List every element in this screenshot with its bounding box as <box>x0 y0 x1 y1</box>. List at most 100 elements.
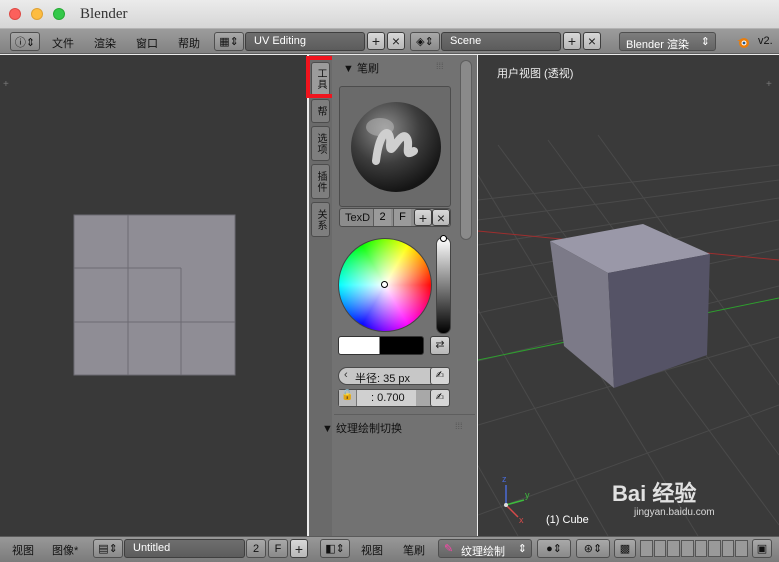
layer-button[interactable] <box>721 540 735 557</box>
radius-pressure-button[interactable]: ✍ <box>430 367 450 385</box>
add-brush-button[interactable]: + <box>414 209 432 226</box>
brush-color-swatch[interactable] <box>338 336 424 355</box>
tab-addons[interactable]: 插件 <box>311 164 330 199</box>
3d-menu-view[interactable]: 视图 <box>361 542 383 558</box>
watermark-logo: Bai 经验 jingyan.baidu.com <box>612 476 752 526</box>
tab-create[interactable]: 帮 <box>311 99 330 123</box>
scene-icon: ◈⇕ <box>416 36 434 48</box>
version-label: v2. <box>758 35 773 47</box>
panel-divider <box>334 414 475 415</box>
mode-label: 纹理绘制 <box>461 546 505 558</box>
cube-icon: ◧⇕ <box>325 543 345 555</box>
minimize-window-button[interactable] <box>31 8 43 20</box>
uv-image-editor[interactable]: + <box>0 55 307 536</box>
layer-button[interactable] <box>653 540 667 557</box>
strength-pressure-button[interactable]: ✍ <box>430 389 450 407</box>
info-icon: ⓘ⇕ <box>14 36 36 49</box>
texture-paint-icon: ✎ <box>444 543 454 555</box>
lock-strength-button[interactable]: 🔓 <box>339 390 357 406</box>
swap-icon: ⇄ <box>435 339 445 351</box>
screen-layout-selector[interactable]: ▦⇕ <box>214 32 244 51</box>
image-name-field[interactable]: Untitled <box>124 539 245 558</box>
color-wheel[interactable] <box>338 238 432 332</box>
uv-menu-view[interactable]: 视图 <box>12 542 34 558</box>
uv-grid <box>73 214 236 376</box>
blender-logo-icon <box>736 35 750 49</box>
brush-panel-header[interactable]: ▼ 笔刷 <box>343 60 379 76</box>
drag-handle-icon[interactable]: ⁞⁞⁞ <box>436 61 444 71</box>
svg-text:z: z <box>502 474 507 484</box>
value-slider-handle[interactable] <box>440 235 447 242</box>
drag-handle-icon[interactable]: ⁞⁞⁞ <box>455 421 463 431</box>
remove-scene-button[interactable]: × <box>583 32 601 50</box>
render-engine-label: Blender 渲染 <box>626 39 689 51</box>
brush-texture-name[interactable]: TexD <box>345 212 370 224</box>
area-corner-plus-icon[interactable]: + <box>766 79 772 90</box>
active-object-label: (1) Cube <box>546 514 589 526</box>
scene-name-field[interactable]: Scene <box>441 32 561 51</box>
viewport-shading-dropdown[interactable]: ●⇕ <box>537 539 571 558</box>
mode-dropdown[interactable]: ✎ 纹理绘制 ⇕ <box>438 539 532 558</box>
lock-icon: ▣ <box>756 543 768 555</box>
chevron-updown-icon: ⇕ <box>700 36 710 48</box>
shading-sphere-icon: ●⇕ <box>546 543 562 555</box>
viewport-label: 用户视图 (透视) <box>497 68 574 80</box>
image-browse-button[interactable]: ▤⇕ <box>93 539 123 558</box>
image-fake-user-button[interactable]: F <box>268 539 288 558</box>
menu-help[interactable]: 帮助 <box>178 35 200 51</box>
menu-window[interactable]: 窗口 <box>136 35 158 51</box>
scene-selector[interactable]: ◈⇕ <box>410 32 440 51</box>
chevron-updown-icon: ⇕ <box>517 543 527 555</box>
decrease-arrow-icon[interactable]: ‹ <box>344 369 348 381</box>
layer-button[interactable] <box>680 540 694 557</box>
layer-button[interactable] <box>735 540 748 557</box>
texpaint-panel-header[interactable]: ▼ 纹理绘制切换 <box>322 420 402 436</box>
tab-relations[interactable]: 关系 <box>311 202 330 237</box>
tab-options[interactable]: 选项 <box>311 126 330 161</box>
strength-value: : 0.700 <box>371 392 405 404</box>
uv-menu-image[interactable]: 图像* <box>52 542 78 558</box>
editor-type-button[interactable]: ⓘ⇕ <box>10 32 40 51</box>
svg-text:x: x <box>519 515 524 525</box>
menu-file[interactable]: 文件 <box>52 35 74 51</box>
add-scene-button[interactable]: + <box>563 32 581 50</box>
layer-button[interactable] <box>694 540 708 557</box>
3d-editor-type-button[interactable]: ◧⇕ <box>320 539 350 558</box>
layer-button[interactable] <box>667 540 680 557</box>
layer-buttons[interactable] <box>640 540 748 557</box>
3d-menu-brush[interactable]: 笔刷 <box>403 542 425 558</box>
3d-viewport[interactable]: y z x 用户视图 (透视) (1) Cube + <box>478 55 779 536</box>
swap-colors-button[interactable]: ⇄ <box>430 336 450 355</box>
menu-render[interactable]: 渲染 <box>94 35 116 51</box>
image-icon: ▤⇕ <box>98 543 118 555</box>
watermark-text: Bai 经验 <box>612 481 697 506</box>
close-window-button[interactable] <box>9 8 21 20</box>
panel-scrollbar[interactable] <box>460 60 472 240</box>
zoom-window-button[interactable] <box>53 8 65 20</box>
add-layout-button[interactable]: + <box>367 32 385 50</box>
layer-button[interactable] <box>640 540 653 557</box>
brush-users-count[interactable]: 2 <box>373 209 391 226</box>
brush-preview[interactable] <box>339 86 451 207</box>
remove-layout-button[interactable]: × <box>387 32 405 50</box>
watermark-url: jingyan.baidu.com <box>634 507 715 518</box>
render-engine-dropdown[interactable]: Blender 渲染 ⇕ <box>619 32 716 51</box>
brush-fake-user-button[interactable]: F <box>393 209 411 226</box>
image-users-count[interactable]: 2 <box>246 539 266 558</box>
lock-layers-button[interactable]: ▣ <box>752 539 772 558</box>
checker-icon: ▩ <box>619 543 631 555</box>
color-picker-cursor[interactable] <box>381 281 388 288</box>
layout-grid-icon: ▦⇕ <box>219 36 239 48</box>
pivot-point-dropdown[interactable]: ⊛⇕ <box>576 539 610 558</box>
area-corner-plus-icon[interactable]: + <box>3 79 9 90</box>
mask-toggle-button[interactable]: ▩ <box>614 539 636 558</box>
lock-icon: 🔓 <box>341 390 354 401</box>
pivot-icon: ⊛⇕ <box>583 543 603 555</box>
new-image-button[interactable]: + <box>290 539 308 558</box>
value-slider[interactable] <box>436 235 451 334</box>
layout-name-field[interactable]: UV Editing <box>245 32 365 51</box>
layer-button[interactable] <box>708 540 721 557</box>
viewport-scene: y z x <box>478 134 779 536</box>
svg-text:y: y <box>525 490 530 500</box>
remove-brush-button[interactable]: × <box>432 209 450 226</box>
